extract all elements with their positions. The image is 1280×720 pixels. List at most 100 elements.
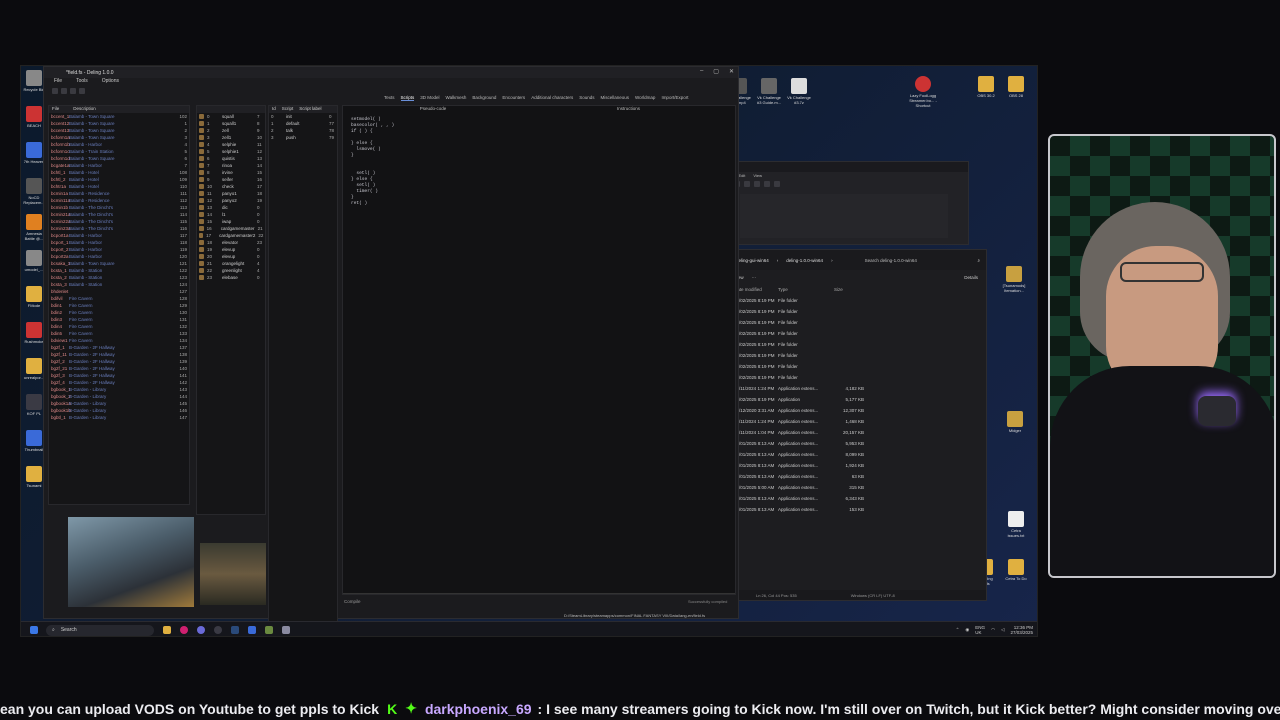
desktop-icon[interactable]: Thumbnail — [23, 430, 45, 452]
tab-encounters[interactable]: Encounters — [502, 95, 525, 101]
desktop-icon-obs28[interactable]: OBS 28 — [1004, 76, 1028, 98]
notepad-window[interactable]: Notepad File Edit View — [719, 161, 969, 245]
table-row[interactable]: bg2f_1 B-Garden - 2F Hallway 137 — [49, 344, 189, 351]
menu-options[interactable]: Options — [102, 78, 119, 86]
table-row[interactable]: bcport_2 Balamb - Harbor 119 — [49, 246, 189, 253]
table-row[interactable]: 27/02/2025 8:19 PM File folder — [720, 295, 986, 306]
volume-icon[interactable]: ◁ — [1001, 627, 1004, 633]
list-item[interactable]: 8 irvine 15 — [197, 169, 265, 176]
notepad-titlebar[interactable]: Notepad — [720, 162, 968, 172]
table-row[interactable]: 27/02/2025 8:19 PM File folder — [720, 372, 986, 383]
more-options-icon[interactable]: ··· — [752, 275, 757, 280]
table-row[interactable]: 24/01/2025 5:00 AM Application extens... 3… — [720, 482, 986, 493]
col-id[interactable]: Id — [272, 106, 276, 113]
table-row[interactable]: bcsta_3 Balamb - Station 124 — [49, 281, 189, 288]
details-button[interactable]: Details — [964, 275, 978, 280]
list-item[interactable]: 6 quistis 13 — [197, 155, 265, 162]
close-icon[interactable]: ✕ — [729, 68, 734, 75]
desktop-icon[interactable]: BEACH — [23, 106, 45, 128]
list-item[interactable]: 11 panyo1 18 — [197, 190, 265, 197]
link-icon[interactable] — [764, 181, 770, 187]
tab-scripts[interactable]: Scripts — [400, 95, 415, 101]
desktop-icon[interactable]: unrealpor... — [23, 358, 45, 380]
table-row[interactable]: bdin3 Fire Cavern 131 — [49, 316, 189, 323]
start-icon[interactable] — [30, 626, 38, 634]
list-item[interactable]: 4 selphie 11 — [197, 141, 265, 148]
pseudo-code-editor[interactable]: Pseudo-code Instructions setmodel( ) base… — [342, 105, 736, 595]
desktop-icon[interactable]: Rushmoke — [23, 322, 45, 344]
tab-walkmesh[interactable]: Walkmesh — [446, 95, 467, 101]
open-icon[interactable] — [52, 87, 58, 94]
list-item[interactable]: 18 elevator 23 — [197, 239, 265, 246]
table-row[interactable]: 27/02/2025 8:19 PM File folder — [720, 350, 986, 361]
deling-titlebar[interactable]: *field.fs - Deling 1.0.0 — [44, 67, 738, 78]
table-row[interactable]: bcport_1 Balamb - Harbor 118 — [49, 239, 189, 246]
table-row[interactable]: bgbtl_1 B-Garden - Library 147 — [49, 414, 189, 421]
desktop-icon-obs30[interactable]: OBS 30.2 — [974, 76, 998, 98]
table-row[interactable]: bcsaka_1 Balamb - Town Square 121 — [49, 260, 189, 267]
table-row[interactable]: bccent13 Balamb - Town Square 2 — [49, 127, 189, 134]
desktop-icon-cetra-todo[interactable]: Cetra To Do — [1004, 559, 1028, 581]
table-row[interactable]: bg2f_21 B-Garden - 2F Hallway 140 — [49, 365, 189, 372]
tab-sounds[interactable]: Sounds — [579, 95, 594, 101]
table-row[interactable]: bgbook_1 B-Garden - Library 143 — [49, 386, 189, 393]
desktop-icon[interactable]: umodel_... — [23, 250, 45, 272]
play-icon[interactable] — [70, 87, 76, 94]
menu-file[interactable]: File — [54, 78, 62, 86]
language-indicator[interactable]: ENG UK — [975, 625, 985, 635]
minimize-icon[interactable]: – — [700, 68, 703, 75]
table-row[interactable]: 23/01/2025 8:13 AM Application extens... 1… — [720, 460, 986, 471]
breadcrumb-deling-100[interactable]: deling-1.0.0-win64 — [786, 258, 823, 263]
table-row[interactable]: bdin4 Fire Cavern 132 — [49, 323, 189, 330]
table-row[interactable]: 23/01/2025 8:13 AM Application extens... 6… — [720, 471, 986, 482]
table-row[interactable]: bcform1c Balamb - Train Station 5 — [49, 148, 189, 155]
table-row[interactable]: bcmin11a Balamb - Residence 112 — [49, 197, 189, 204]
italic-icon[interactable] — [754, 181, 760, 187]
list-item[interactable]: 1 squall1 8 — [197, 120, 265, 127]
file-explorer-icon[interactable] — [163, 626, 171, 634]
maximize-icon[interactable]: ▢ — [713, 68, 719, 75]
tab-background[interactable]: Background — [472, 95, 496, 101]
export-icon[interactable] — [79, 87, 85, 94]
table-row[interactable]: 27/02/2025 8:19 PM File folder — [720, 361, 986, 372]
tab-miscellaneous[interactable]: Miscellaneous — [600, 95, 629, 101]
table-row[interactable]: bhdenlet 127 — [49, 288, 189, 295]
desktop-icon[interactable]: Tsunami — [23, 466, 45, 488]
table-row[interactable]: bg2f_2 B-Garden - 2F Hallway 139 — [49, 358, 189, 365]
list-item[interactable]: 7 rinoa 14 — [197, 162, 265, 169]
desktop-icon-streamerbot[interactable]: Lazy FoolLogg Streamer.bo... - Shortcut — [906, 76, 940, 108]
desktop-icon[interactable]: KOF PL — [23, 394, 45, 416]
table-row[interactable]: 28/11/2024 1:04 PM Application extens... 2… — [720, 427, 986, 438]
table-row[interactable]: 27/02/2025 8:19 PM File folder — [720, 317, 986, 328]
table-row[interactable]: bcform1d Balamb - Town Square 6 — [49, 155, 189, 162]
col-script-label[interactable]: Script label — [299, 106, 321, 113]
table-row[interactable]: bg2f_11 B-Garden - 2F Hallway 138 — [49, 351, 189, 358]
desktop-icon-midger[interactable]: Midger — [1003, 411, 1027, 433]
table-row[interactable]: bcport1a Balamb - Harbor 117 — [49, 232, 189, 239]
desktop-icon-archive[interactable]: Vk Challenge #3.7z — [786, 78, 812, 105]
desktop-icon[interactable]: 7th Heaven — [23, 142, 45, 164]
table-row[interactable]: bg2f_3 B-Garden - 2F Hallway 141 — [49, 372, 189, 379]
settings-icon[interactable] — [282, 626, 290, 634]
col-description[interactable]: Description — [73, 106, 96, 113]
taskbar-search[interactable]: ⌕ Search — [46, 624, 154, 636]
list-item[interactable]: 20 elevup 0 — [197, 253, 265, 260]
list-item[interactable]: 21 orangelight 4 — [197, 260, 265, 267]
table-row[interactable]: bcform1a Balamb - Town Square 3 — [49, 134, 189, 141]
table-row[interactable]: 23/01/2025 8:13 AM Application extens... 5… — [720, 438, 986, 449]
table-row[interactable]: bdifvil Fire Cavern 128 — [49, 295, 189, 302]
wifi-icon[interactable]: ◠ — [991, 627, 995, 633]
table-row[interactable]: 02/12/2020 3:31 AM Application extens... 1… — [720, 405, 986, 416]
network-icon[interactable]: ◉ — [965, 627, 969, 633]
list-item[interactable]: 2 talk 78 — [269, 127, 337, 134]
breadcrumb-deling-gui[interactable]: deling-gui-win64 — [736, 258, 769, 263]
table-row[interactable]: bdin5 Fire Cavern 133 — [49, 330, 189, 337]
table-row[interactable]: bcgate1a Balamb - Harbor 7 — [49, 162, 189, 169]
github-icon[interactable] — [214, 626, 222, 634]
list-item[interactable]: 1 default 77 — [269, 120, 337, 127]
table-row[interactable]: bgbook1a B-Garden - Library 145 — [49, 400, 189, 407]
list-item[interactable]: 12 panyo2 19 — [197, 197, 265, 204]
table-row[interactable]: bccent12 Balamb - Town Square 1 — [49, 120, 189, 127]
script-list[interactable]: Id Script Script label 0 init 0 1 default 77 2… — [268, 105, 338, 625]
notepad-icon[interactable] — [265, 626, 273, 634]
